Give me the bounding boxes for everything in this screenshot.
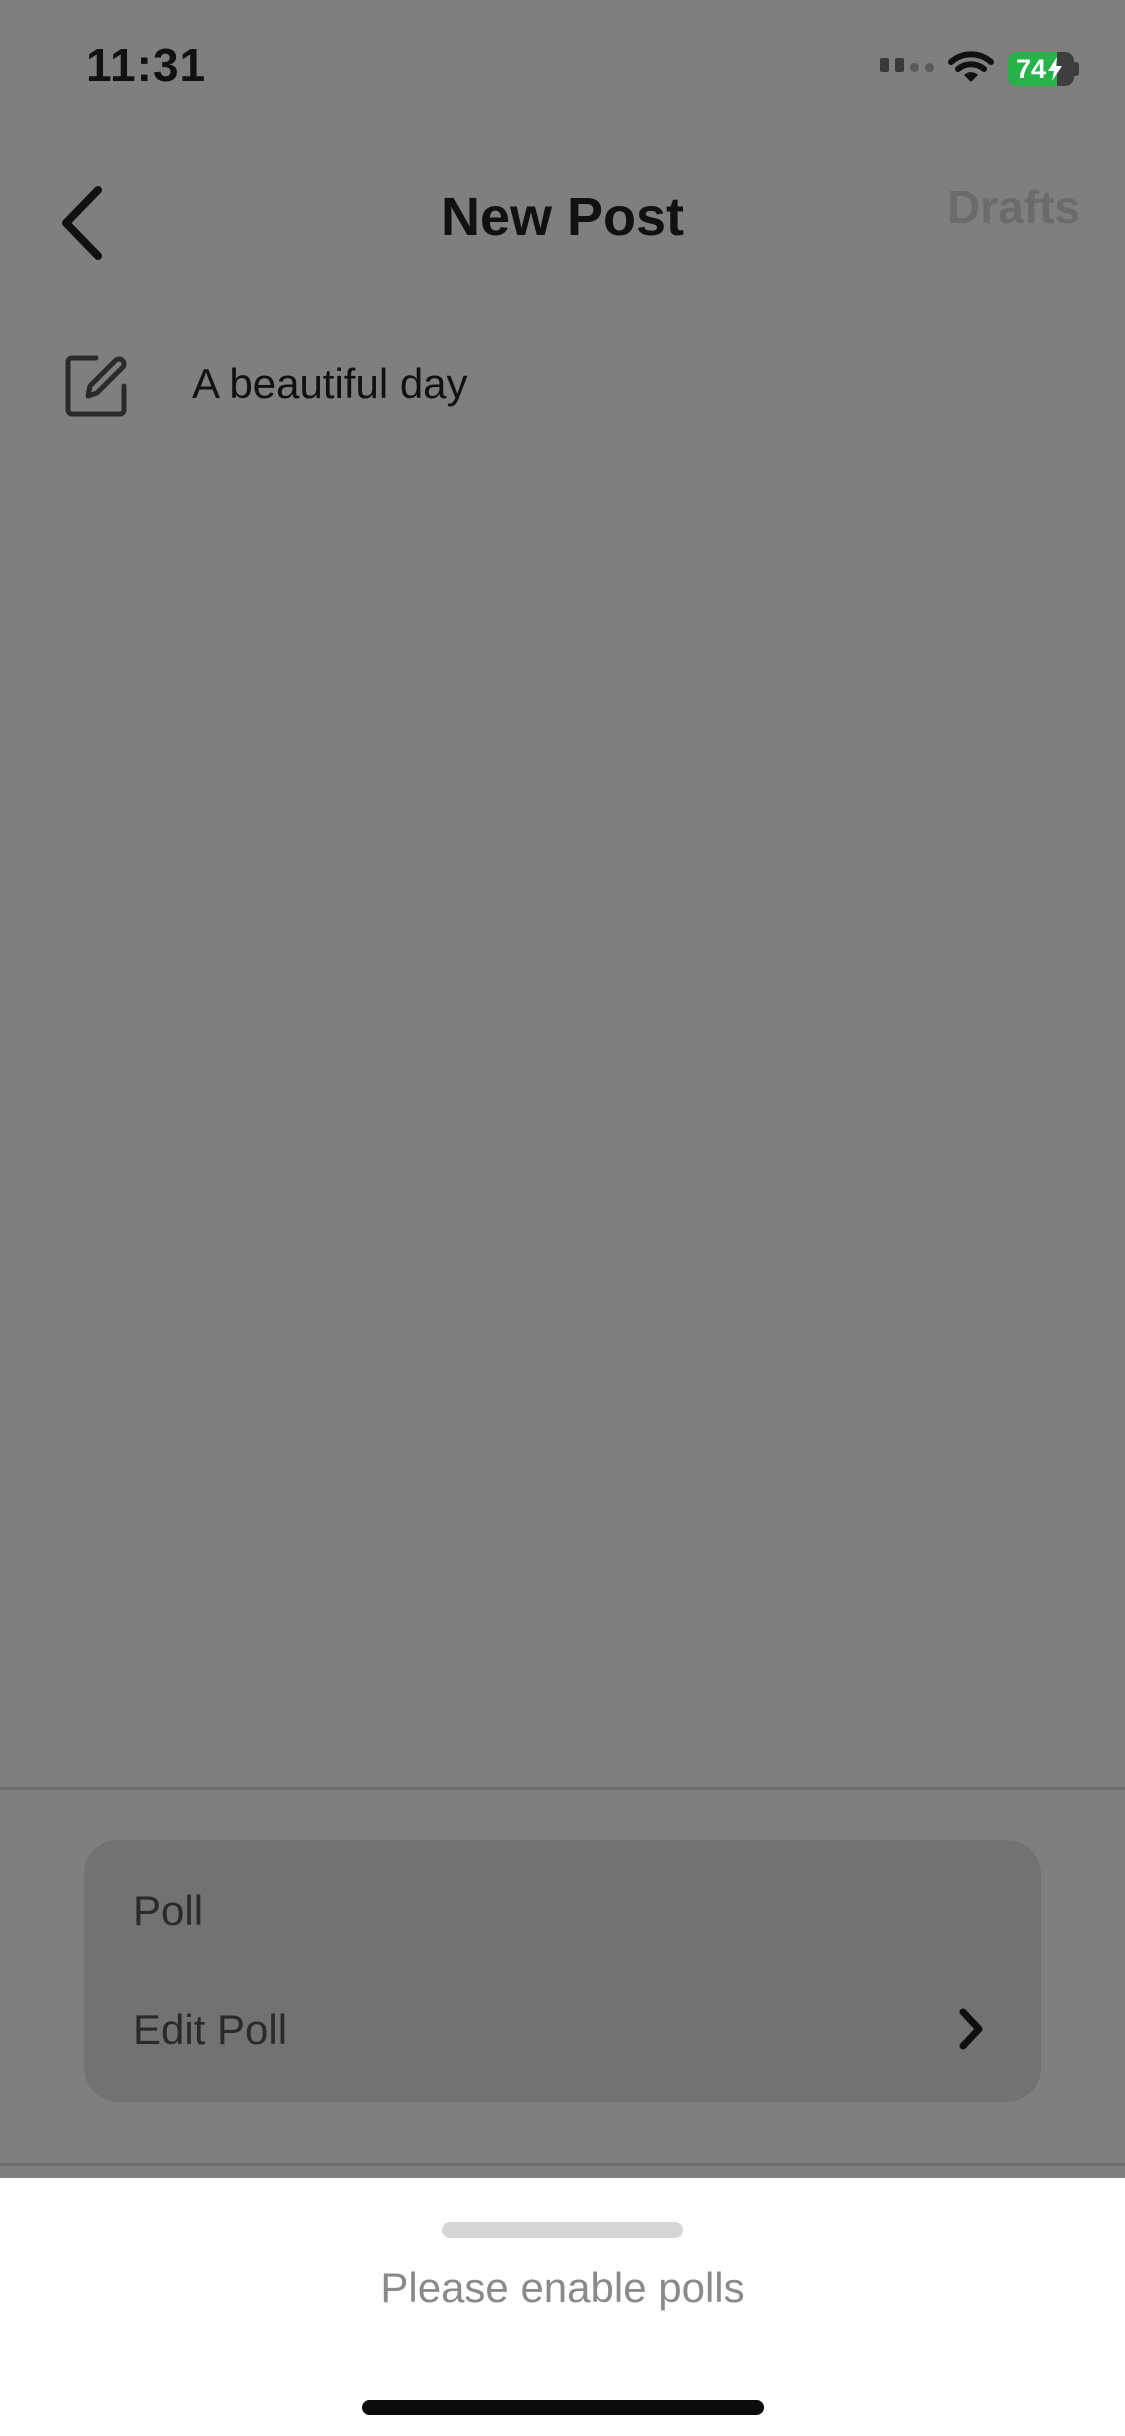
sheet-message: Please enable polls: [380, 2264, 745, 2311]
post-text[interactable]: A beautiful day: [192, 360, 468, 408]
battery-percent: 74: [1015, 53, 1047, 84]
battery-nub: [1074, 62, 1079, 76]
charging-bolt-icon: [1048, 57, 1063, 81]
poll-label: Poll: [133, 1887, 204, 1934]
bottom-sheet: Please enable polls: [0, 2178, 1125, 2436]
wifi-icon: [948, 51, 994, 82]
chevron-right-icon: [959, 2008, 983, 2050]
drafts-button[interactable]: Drafts: [920, 180, 1080, 234]
battery-icon: 74: [1008, 52, 1074, 86]
cellular-signal-icon: [880, 58, 934, 72]
edit-poll-label: Edit Poll: [133, 2006, 288, 2053]
edit-icon: [65, 355, 127, 417]
sheet-grabber[interactable]: [442, 2222, 683, 2238]
home-indicator[interactable]: [362, 2400, 764, 2415]
divider: [0, 1787, 1125, 1790]
edit-poll-row[interactable]: Edit Poll: [84, 1990, 1041, 2074]
status-time: 11:31: [86, 39, 207, 91]
divider: [0, 2163, 1125, 2166]
